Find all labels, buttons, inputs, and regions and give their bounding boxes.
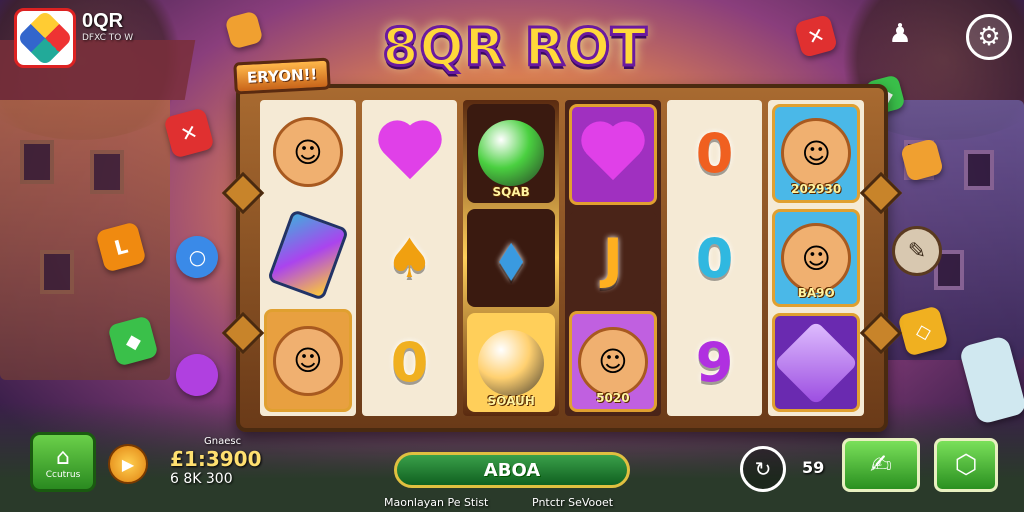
reel-4-symbol-3: ☺ 5020 xyxy=(569,311,657,413)
orb-icon xyxy=(478,329,545,396)
reel-2-symbol-1 xyxy=(365,104,454,203)
card-icon xyxy=(266,209,350,301)
brand-sub: DFXC TO W xyxy=(82,33,134,43)
pencil-icon: ✎ xyxy=(907,238,927,264)
glyph-symbol: ♠ xyxy=(385,226,434,290)
character-face-icon: ☺ xyxy=(577,326,648,397)
glyph-symbol: 9 xyxy=(695,331,734,395)
reel-3-symbol-2: ⬧ xyxy=(467,208,556,308)
house-right xyxy=(874,100,1024,360)
reel-5: 0 0 9 xyxy=(666,100,763,416)
play-button[interactable]: ▶ xyxy=(108,444,148,484)
symbol-label: SOAUH xyxy=(487,394,535,409)
home-button[interactable]: ⌂ Ccutrus xyxy=(30,432,96,492)
max-bet-button[interactable]: ✍ xyxy=(842,438,920,492)
spin-button[interactable]: ABOA xyxy=(394,452,630,488)
reel-1-symbol-3: ☺ xyxy=(264,309,352,413)
reel-3: SQAB ⬧ SOAUH xyxy=(463,100,560,416)
glyph-symbol: ⬧ xyxy=(499,226,524,289)
reel-2-symbol-2: ♠ xyxy=(365,208,454,308)
reel-2-symbol-3: 0 xyxy=(365,313,454,413)
reel-5-symbol-3: 9 xyxy=(670,313,759,413)
brand-name: 0QR xyxy=(82,10,124,32)
glyph-symbol: 0 xyxy=(390,331,429,395)
reel-6-symbol-3 xyxy=(772,313,861,413)
reel-1: ☺ ☺ xyxy=(260,100,356,416)
glyph-symbol: J xyxy=(602,226,623,290)
balance-sub: 6 8K 300 xyxy=(170,471,233,487)
gem-icon xyxy=(773,320,859,406)
frame-banner: ERYON!! xyxy=(233,57,332,95)
floating-hex-icon: ○ xyxy=(171,231,223,283)
floating-orb-icon xyxy=(171,349,223,401)
reel-4: J ☺ 5020 xyxy=(565,100,661,416)
reel-6-symbol-1: ☺ 202930 xyxy=(772,104,861,203)
balance-panel: Gnaesc £1:3900 6 8K 300 xyxy=(170,436,262,487)
glyph-symbol: 0 xyxy=(695,121,734,185)
floating-dice-icon: ✕ xyxy=(163,107,215,159)
character-face-icon: ☺ xyxy=(272,325,343,396)
settings-gear-icon[interactable]: ⚙ xyxy=(966,14,1012,60)
character-face-icon: ☺ xyxy=(781,118,852,189)
reel-1-symbol-2 xyxy=(264,206,352,304)
game-logo-button[interactable] xyxy=(14,8,76,68)
reel-5-symbol-1: 0 xyxy=(670,104,759,203)
play-icon: ▶ xyxy=(121,454,135,474)
heart-icon xyxy=(375,123,445,183)
reel-3-symbol-1: SQAB xyxy=(467,104,556,203)
reel-2: ♠ 0 xyxy=(361,100,458,416)
slot-reels-frame: ☺ ☺ ♠ 0 SQAB ⬧ SOAUH J ☺ 5020 0 0 9 ☺ 202930 ☺ BA9O xyxy=(221,84,903,432)
reel-3-symbol-3: SOAUH xyxy=(467,313,556,413)
autoplay-count: 59 xyxy=(802,458,825,477)
home-icon: ⌂ xyxy=(56,444,70,470)
symbol-label: 5020 xyxy=(596,391,630,406)
home-label: Ccutrus xyxy=(45,469,81,480)
character-face-icon: ☺ xyxy=(781,223,852,293)
floating-coin-icon xyxy=(224,10,264,50)
reel-4-symbol-2: J xyxy=(569,210,657,306)
symbol-label: BA9O xyxy=(797,286,835,301)
octagon-icon: ⬡ xyxy=(954,450,978,480)
wand-icon: ✍ xyxy=(870,450,892,480)
symbol-label: 202930 xyxy=(791,181,842,196)
symbol-label: SQAB xyxy=(492,184,530,199)
reel-6-symbol-2: ☺ BA9O xyxy=(772,208,861,308)
footer-left-text: Maonlayan Pe Stist xyxy=(384,496,489,509)
balance-label: Gnaesc xyxy=(204,436,242,447)
glyph-symbol: 0 xyxy=(695,226,734,290)
autoplay-icon: ↻ xyxy=(754,457,772,481)
profile-icon[interactable]: ♟ xyxy=(880,12,920,56)
logo-icon xyxy=(16,9,74,67)
reel-1-symbol-1: ☺ xyxy=(264,104,352,201)
autoplay-button[interactable]: ↻ xyxy=(740,446,786,492)
reel-5-symbol-2: 0 xyxy=(670,208,759,308)
heart-icon xyxy=(578,124,648,184)
character-face-icon: ☺ xyxy=(272,117,343,188)
brand: 0QR DFXC TO W xyxy=(82,10,133,43)
menu-button[interactable]: ⬡ xyxy=(934,438,998,492)
footer-right-text: Pntctr SeVooet xyxy=(532,496,614,509)
reels-grid: ☺ ☺ ♠ 0 SQAB ⬧ SOAUH J ☺ 5020 0 0 9 ☺ 202930 ☺ BA9O xyxy=(260,100,865,416)
balance-amount: £1:3900 xyxy=(170,447,262,471)
bet-adjust-button[interactable]: ✎ xyxy=(892,226,942,276)
reel-6: ☺ 202930 ☺ BA9O xyxy=(768,100,865,416)
reel-4-symbol-1 xyxy=(569,104,657,205)
game-title: 8QR ROT xyxy=(381,17,648,80)
orb-icon xyxy=(478,120,545,187)
